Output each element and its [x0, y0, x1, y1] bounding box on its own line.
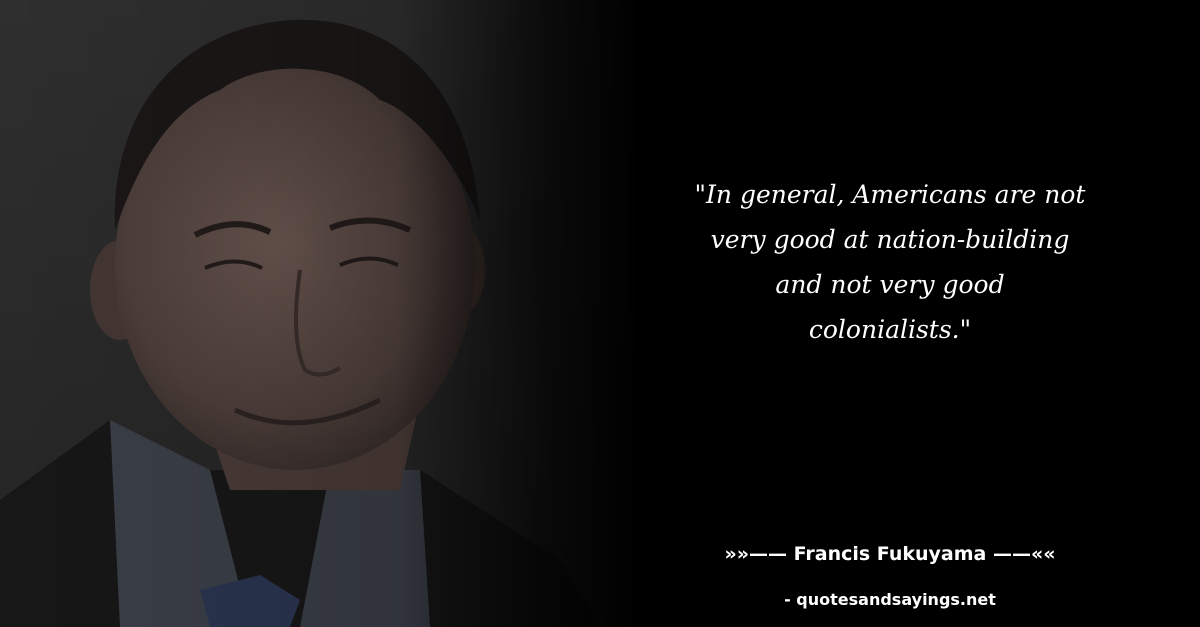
- quote-line: very good at nation-building: [710, 225, 1070, 254]
- quote-card: "In general, Americans are not very good…: [0, 0, 1200, 627]
- quote-line: "In general, Americans are not: [694, 180, 1086, 209]
- quote-author: »»—— Francis Fukuyama ——««: [724, 543, 1056, 565]
- quote-line: colonialists.": [808, 315, 972, 344]
- portrait-photo: [0, 0, 640, 627]
- quote-line: and not very good: [775, 270, 1005, 299]
- source-site: - quotesandsayings.net: [784, 590, 996, 609]
- quote-text: "In general, Americans are not very good…: [640, 172, 1140, 352]
